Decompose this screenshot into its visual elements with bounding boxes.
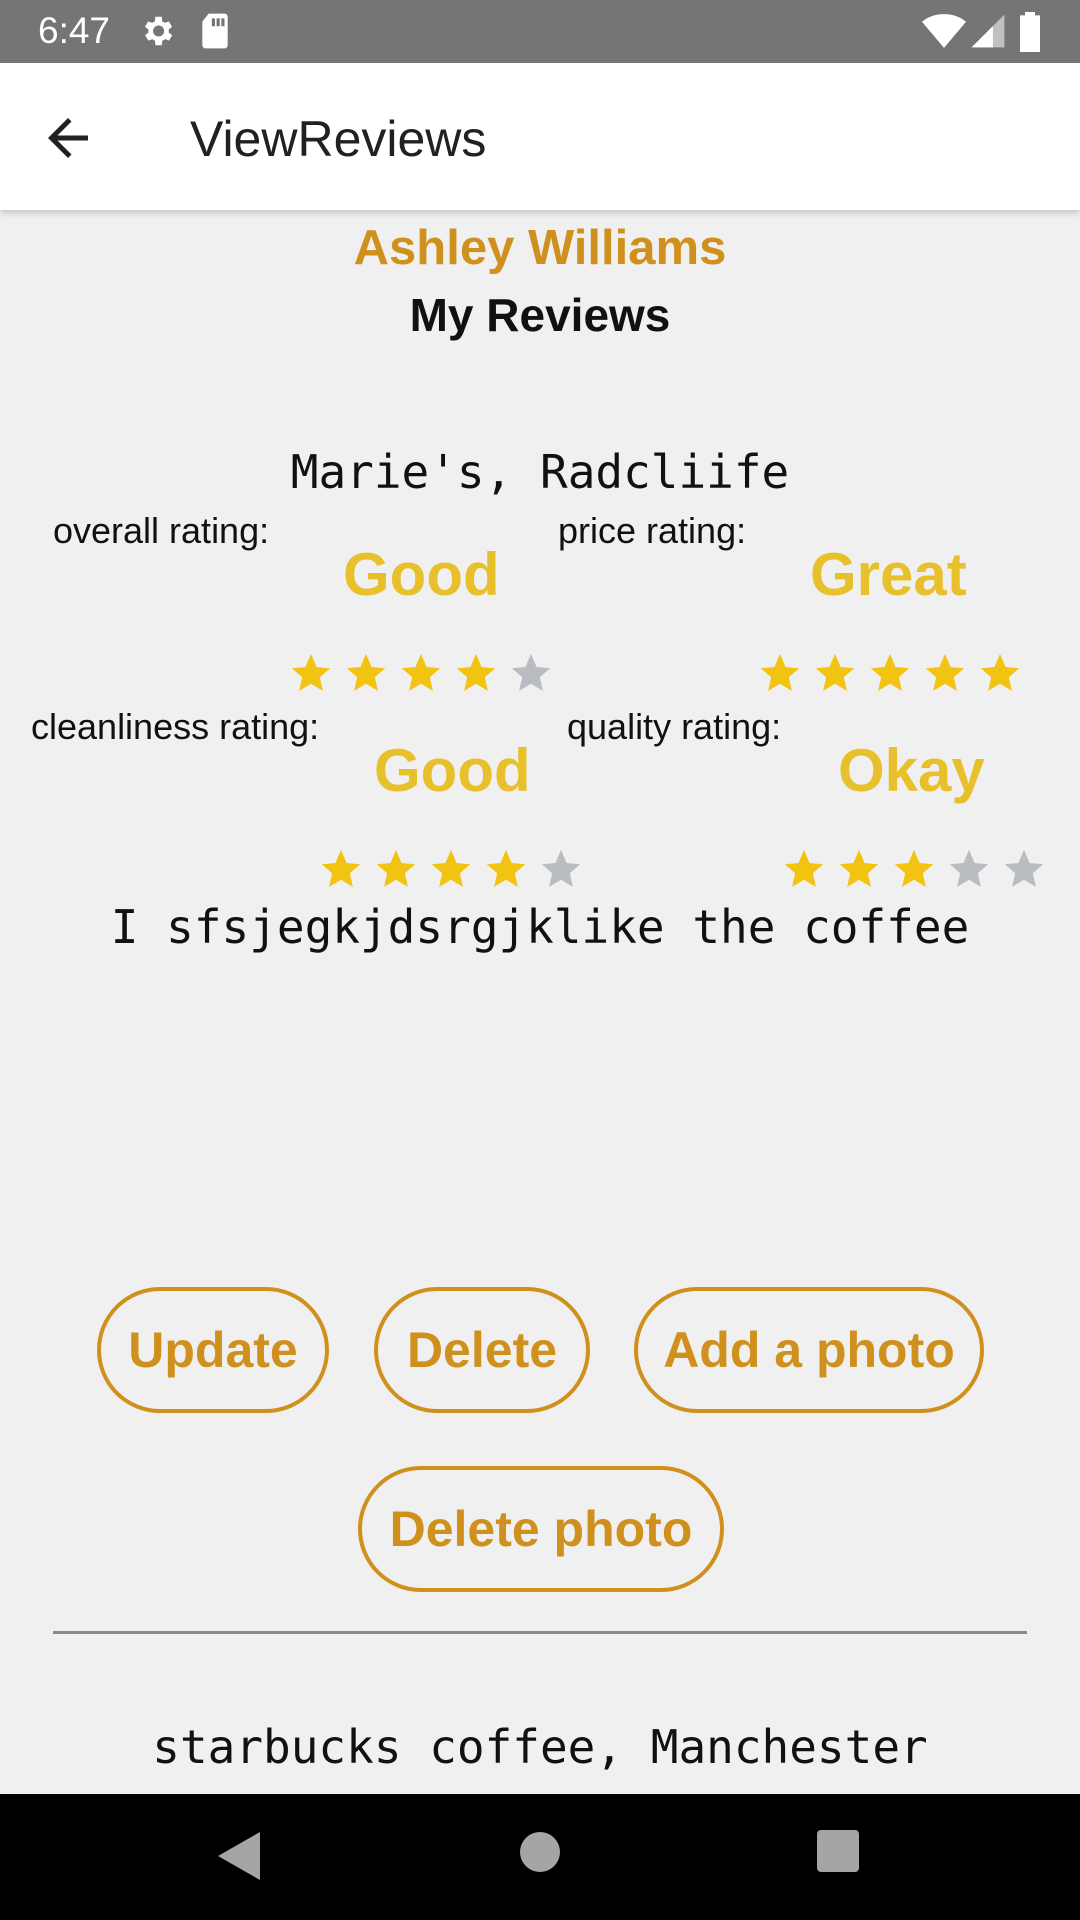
sd-card-icon bbox=[202, 13, 228, 49]
star-filled-icon bbox=[431, 849, 471, 887]
overall-rating-word: Good bbox=[343, 541, 500, 608]
arrow-back-icon[interactable] bbox=[38, 108, 98, 168]
star-filled-icon bbox=[376, 849, 416, 887]
star-empty-icon bbox=[541, 849, 581, 887]
reviews-scroll-view[interactable]: Ashley Williams My Reviews Marie's, Radc… bbox=[0, 210, 1080, 1794]
star-filled-icon bbox=[894, 849, 934, 887]
overall-rating-label: overall rating: bbox=[53, 510, 270, 551]
add-photo-button[interactable]: Add a photo bbox=[634, 1287, 984, 1413]
star-empty-icon bbox=[949, 849, 989, 887]
star-filled-icon bbox=[346, 653, 386, 691]
quality-rating-label: quality rating: bbox=[567, 706, 782, 747]
delete-button[interactable]: Delete bbox=[374, 1287, 590, 1413]
battery-icon bbox=[1020, 12, 1040, 52]
price-rating-label: price rating: bbox=[558, 510, 747, 551]
star-filled-icon bbox=[401, 653, 441, 691]
recents-square-icon[interactable] bbox=[817, 1830, 859, 1872]
review-comment: I sfsjegkjdsrgjklike the coffee bbox=[110, 900, 970, 954]
update-button[interactable]: Update bbox=[97, 1287, 329, 1413]
status-bar: 6:47 bbox=[0, 0, 1080, 63]
review-place-name: Marie's, Radcliife bbox=[290, 445, 790, 499]
star-filled-icon bbox=[815, 653, 855, 691]
star-filled-icon bbox=[839, 849, 879, 887]
back-triangle-icon[interactable] bbox=[216, 1830, 262, 1882]
star-filled-icon bbox=[486, 849, 526, 887]
cleanliness-rating-label: cleanliness rating: bbox=[31, 706, 320, 747]
star-filled-icon bbox=[456, 653, 496, 691]
star-filled-icon bbox=[925, 653, 965, 691]
quality-rating-word: Okay bbox=[838, 737, 985, 804]
star-filled-icon bbox=[291, 653, 331, 691]
app-bar: ViewReviews bbox=[0, 63, 1080, 210]
star-filled-icon bbox=[870, 653, 910, 691]
price-rating-word: Great bbox=[810, 541, 967, 608]
star-empty-icon bbox=[1004, 849, 1044, 887]
review-place-name: starbucks coffee, Manchester bbox=[152, 1720, 928, 1774]
review-divider bbox=[53, 1631, 1027, 1634]
delete-photo-button[interactable]: Delete photo bbox=[358, 1466, 724, 1592]
cleanliness-rating-word: Good bbox=[374, 737, 531, 804]
user-name: Ashley Williams bbox=[353, 221, 727, 275]
star-filled-icon bbox=[980, 653, 1020, 691]
gear-icon bbox=[144, 16, 173, 46]
status-time: 6:47 bbox=[38, 10, 111, 51]
page-title: ViewReviews bbox=[190, 111, 487, 167]
star-filled-icon bbox=[784, 849, 824, 887]
section-title: My Reviews bbox=[409, 289, 671, 341]
wifi-icon bbox=[922, 14, 966, 48]
star-filled-icon bbox=[760, 653, 800, 691]
signal-icon bbox=[971, 14, 1005, 48]
star-filled-icon bbox=[321, 849, 361, 887]
navigation-bar bbox=[0, 1794, 1080, 1920]
star-empty-icon bbox=[511, 653, 551, 691]
home-circle-icon[interactable] bbox=[518, 1830, 562, 1874]
